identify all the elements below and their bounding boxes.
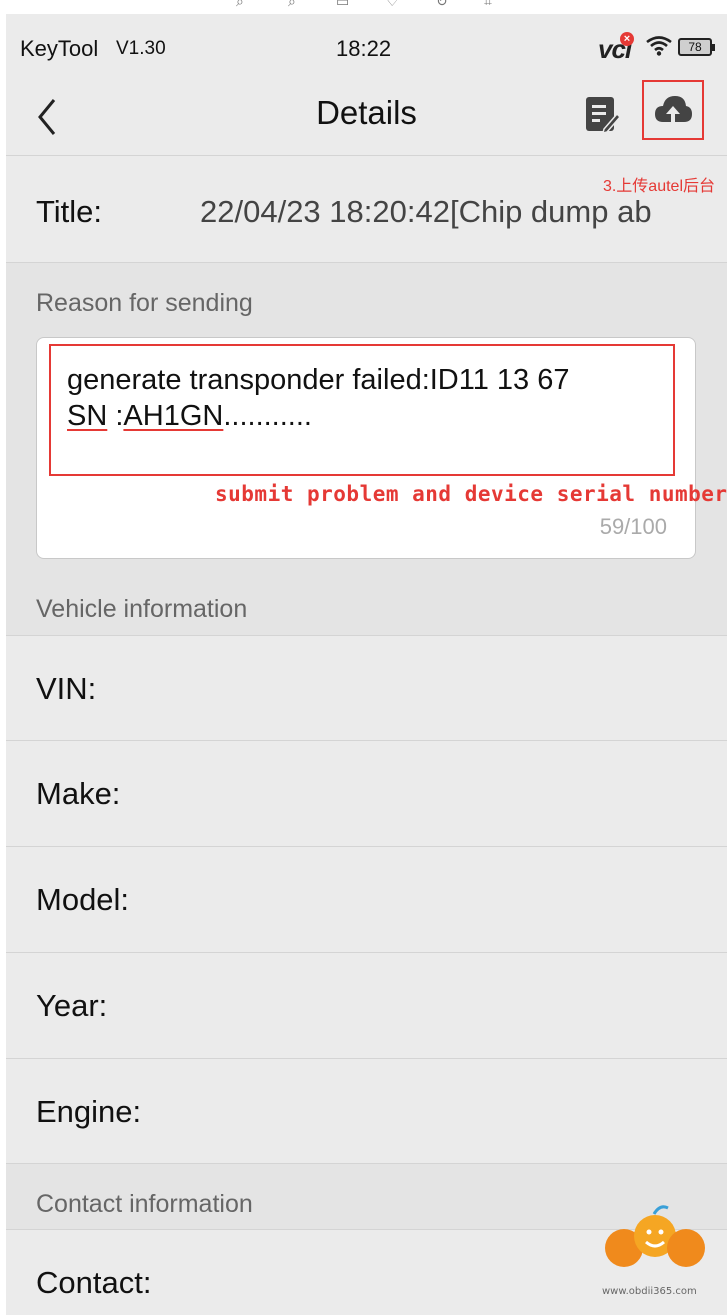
upload-button[interactable] — [642, 80, 704, 140]
year-label: Year: — [36, 988, 108, 1023]
serial-code-text: AH1GN — [123, 400, 224, 432]
edit-note-icon[interactable] — [582, 93, 622, 137]
year-field[interactable]: Year: — [6, 952, 727, 1057]
sn-text: SN — [67, 400, 108, 432]
crop-icon: ⌗ — [484, 0, 492, 10]
contact-label: Contact: — [36, 1265, 152, 1300]
sn-colon: : — [107, 400, 124, 432]
vci-disconnected-badge: × — [620, 32, 634, 46]
search-icon: ⌕ — [236, 0, 244, 10]
vin-label: VIN: — [36, 671, 97, 706]
clock: 18:22 — [336, 36, 392, 61]
make-label: Make: — [36, 776, 121, 811]
title-row[interactable]: 3.上传autel后台 Title: 22/04/23 18:20:42[Chi… — [6, 156, 727, 263]
make-field[interactable]: Make: — [6, 740, 727, 845]
upload-annotation: 3.上传autel后台 — [602, 178, 715, 195]
share-icon: ↻ — [436, 0, 448, 10]
char-counter: 59/100 — [599, 514, 667, 539]
clipboard-icon: ▭ — [336, 0, 350, 10]
model-field[interactable]: Model: — [6, 846, 727, 951]
reason-text-line1: generate transponder failed:ID11 13 67 — [67, 364, 570, 396]
title-label: Title: — [36, 194, 103, 229]
reason-text-line2: SN :AH1GN........... — [67, 400, 312, 433]
engine-label: Engine: — [36, 1094, 142, 1129]
reason-section-label: Reason for sending — [36, 289, 253, 317]
app-version: V1.30 — [116, 38, 166, 59]
contact-section-label: Contact information — [36, 1190, 253, 1218]
heart-icon: ♡ — [386, 0, 399, 10]
app-screen: ⌕ ⌕ ▭ ♡ ↻ ⌗ KeyTool V1.30 18:22 vci × 78… — [6, 0, 727, 1315]
wifi-icon — [646, 36, 672, 56]
zoom-icon: ⌕ — [288, 0, 296, 10]
reason-textarea[interactable]: generate transponder failed:ID11 13 67 S… — [36, 337, 727, 559]
model-label: Model: — [36, 882, 130, 917]
app-name: KeyTool — [20, 36, 99, 61]
cloud-upload-icon — [655, 96, 692, 124]
engine-field[interactable]: Engine: — [6, 1058, 727, 1163]
header-bar: Details — [6, 80, 727, 156]
status-bar: KeyTool V1.30 18:22 vci × 78 — [6, 14, 727, 80]
submit-annotation: submit problem and device serial number — [215, 482, 727, 506]
vin-field[interactable]: VIN: — [6, 635, 727, 740]
battery-icon: 78 — [678, 38, 715, 56]
ellipsis-text: ........... — [223, 400, 312, 432]
watermark-url: www.obdii365.com — [602, 1286, 697, 1297]
vehicle-section-label: Vehicle information — [36, 595, 248, 623]
title-value: 22/04/23 18:20:42[Chip dump ab — [200, 194, 652, 229]
reason-section: Reason for sending generate transponder … — [6, 263, 727, 635]
cropped-toolbar-strip: ⌕ ⌕ ▭ ♡ ↻ ⌗ — [6, 0, 727, 14]
